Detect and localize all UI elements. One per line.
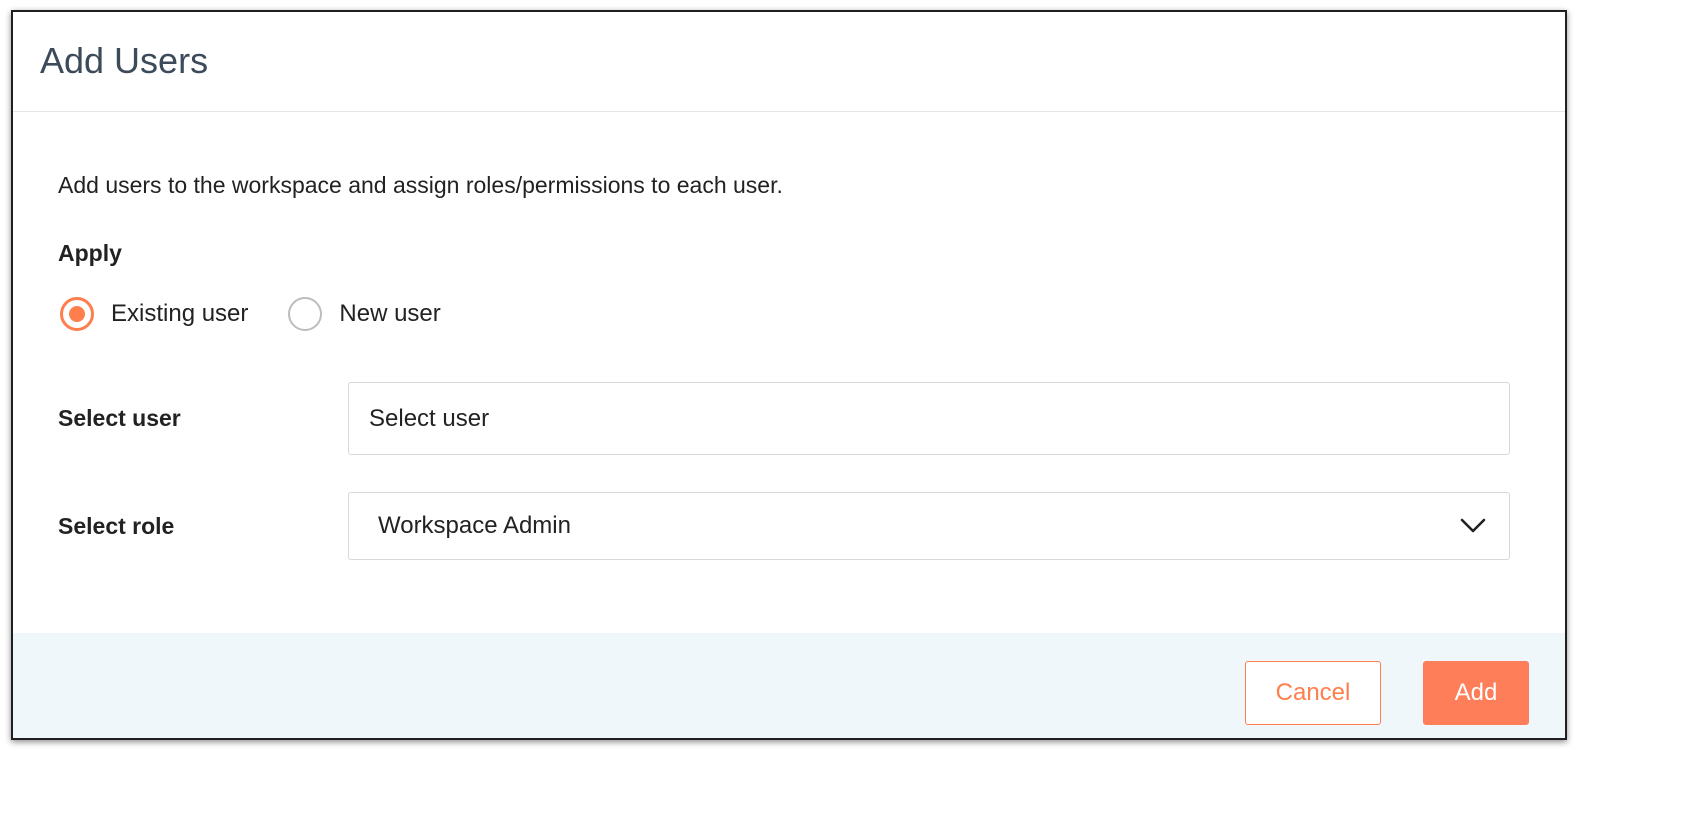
apply-radio-group: Existing user New user	[60, 297, 481, 331]
radio-unchecked-icon[interactable]	[288, 297, 323, 331]
existing-user-label[interactable]: Existing user	[111, 300, 248, 328]
add-users-dialog: Add Users Add users to the workspace and…	[11, 10, 1567, 740]
chevron-down-icon[interactable]	[1459, 517, 1487, 535]
cancel-button[interactable]: Cancel	[1245, 661, 1381, 725]
new-user-label[interactable]: New user	[339, 300, 440, 328]
select-role-dropdown[interactable]: Workspace Admin	[348, 492, 1510, 560]
add-button[interactable]: Add	[1423, 661, 1529, 725]
new-user-radio[interactable]: New user	[288, 297, 441, 331]
select-user-input[interactable]: Select user	[348, 382, 1510, 455]
select-user-placeholder: Select user	[369, 404, 490, 432]
dialog-header: Add Users	[13, 12, 1565, 112]
existing-user-radio[interactable]: Existing user	[60, 297, 248, 331]
dialog-footer: Cancel Add	[13, 633, 1565, 738]
select-user-label: Select user	[58, 405, 181, 431]
apply-label: Apply	[58, 240, 122, 266]
selected-role-value: Workspace Admin	[378, 512, 571, 539]
dialog-title: Add Users	[40, 40, 209, 81]
select-role-label: Select role	[58, 513, 175, 539]
radio-checked-icon[interactable]	[60, 297, 94, 331]
dialog-description: Add users to the workspace and assign ro…	[58, 172, 783, 198]
